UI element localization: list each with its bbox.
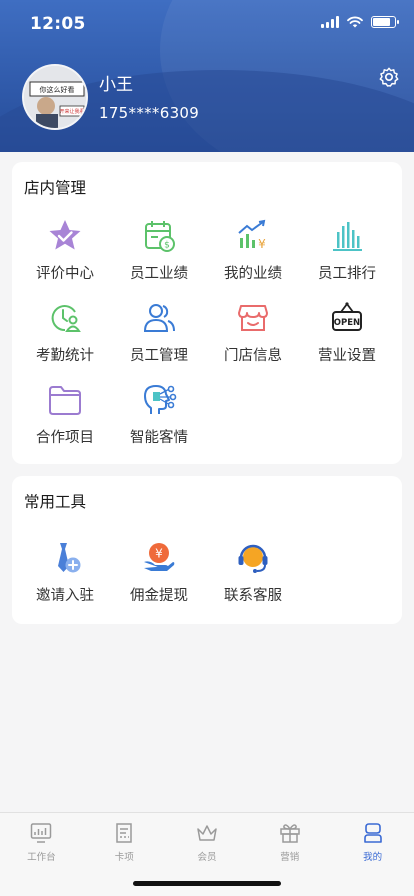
avatar[interactable]: 你这么好看 开来让我看: [22, 64, 88, 130]
chart-yen-icon: ¥: [238, 219, 266, 251]
invite-join-item[interactable]: 邀请入驻: [18, 540, 112, 604]
tab-label: 我的: [363, 852, 383, 863]
bar-chart-icon: [333, 222, 362, 251]
item-label: 我的业绩: [224, 266, 282, 282]
item-label: 员工排行: [318, 266, 376, 282]
store-management-card: 店内管理 评价中心 $ 员工业绩 ¥ 我的业绩 员工排行 考勤统计 员工管理 门…: [12, 162, 402, 464]
tab-label: 营销: [280, 852, 300, 863]
store-icon: [238, 305, 268, 331]
card-icon: [116, 823, 132, 843]
smart-customer-item[interactable]: 智能客情: [112, 382, 206, 446]
staff-ranking-item[interactable]: 员工排行: [300, 218, 394, 282]
status-bar: 12:05: [0, 0, 414, 50]
item-label: 员工管理: [130, 348, 188, 364]
wifi-icon: [347, 16, 363, 28]
people-icon: [143, 304, 175, 332]
item-label: 联系客服: [224, 588, 282, 604]
item-label: 邀请入驻: [36, 588, 94, 604]
my-performance-item[interactable]: ¥ 我的业绩: [206, 218, 300, 282]
invite-icon: [58, 543, 81, 573]
avatar-caption-2: 开来让我看: [59, 108, 84, 115]
item-label: 员工业绩: [130, 266, 188, 282]
tab-label: 工作台: [27, 852, 56, 863]
ai-head-icon: [144, 385, 177, 414]
item-label: 佣金提现: [130, 588, 188, 604]
user-phone: 175****6309: [99, 104, 200, 122]
tab-workbench[interactable]: 工作台: [0, 813, 83, 896]
item-label: 智能客情: [130, 430, 188, 446]
open-sign-icon: OPEN: [332, 302, 362, 331]
attendance-stats-item[interactable]: 考勤统计: [18, 300, 112, 364]
item-label: 门店信息: [224, 348, 282, 364]
user-name: 小王: [99, 75, 133, 95]
business-settings-item[interactable]: OPEN 营业设置: [300, 300, 394, 364]
folder-icon: [49, 386, 81, 415]
tools-section-title: 常用工具: [24, 493, 87, 511]
cellular-signal-icon: [321, 16, 339, 28]
item-label: 考勤统计: [36, 348, 94, 364]
tab-label: 会员: [197, 852, 217, 863]
headset-icon: [238, 544, 268, 573]
staff-performance-item[interactable]: $ 员工业绩: [112, 218, 206, 282]
store-section-title: 店内管理: [24, 179, 87, 197]
tab-mine[interactable]: 我的: [331, 813, 414, 896]
store-info-item[interactable]: 门店信息: [206, 300, 300, 364]
crown-icon: [197, 825, 217, 841]
commission-withdraw-item[interactable]: ¥ 佣金提现: [112, 540, 206, 604]
dashboard-icon: [31, 823, 52, 843]
home-indicator: [133, 881, 281, 886]
cooperation-projects-item[interactable]: 合作项目: [18, 382, 112, 446]
status-time: 12:05: [30, 14, 86, 34]
svg-text:$: $: [164, 241, 170, 251]
clock-person-icon: [51, 305, 81, 332]
staff-management-item[interactable]: 员工管理: [112, 300, 206, 364]
common-tools-card: 常用工具 邀请入驻 ¥ 佣金提现 联系客服: [12, 476, 402, 624]
calendar-money-icon: $: [145, 221, 175, 252]
contact-support-item[interactable]: 联系客服: [206, 540, 300, 604]
svg-text:OPEN: OPEN: [334, 318, 360, 328]
svg-text:¥: ¥: [258, 237, 266, 251]
item-label: 营业设置: [318, 348, 376, 364]
battery-icon: [371, 16, 399, 28]
item-label: 评价中心: [36, 266, 94, 282]
star-check-icon: [49, 220, 81, 250]
gift-icon: [280, 824, 300, 843]
svg-text:¥: ¥: [155, 547, 163, 561]
item-label: 合作项目: [36, 430, 94, 446]
settings-gear-icon[interactable]: [378, 66, 400, 88]
yen-hand-icon: ¥: [144, 543, 175, 571]
avatar-caption-1: 你这么好看: [40, 85, 75, 94]
review-center-item[interactable]: 评价中心: [18, 218, 112, 282]
person-icon: [363, 823, 382, 843]
tab-label: 卡项: [114, 852, 134, 863]
